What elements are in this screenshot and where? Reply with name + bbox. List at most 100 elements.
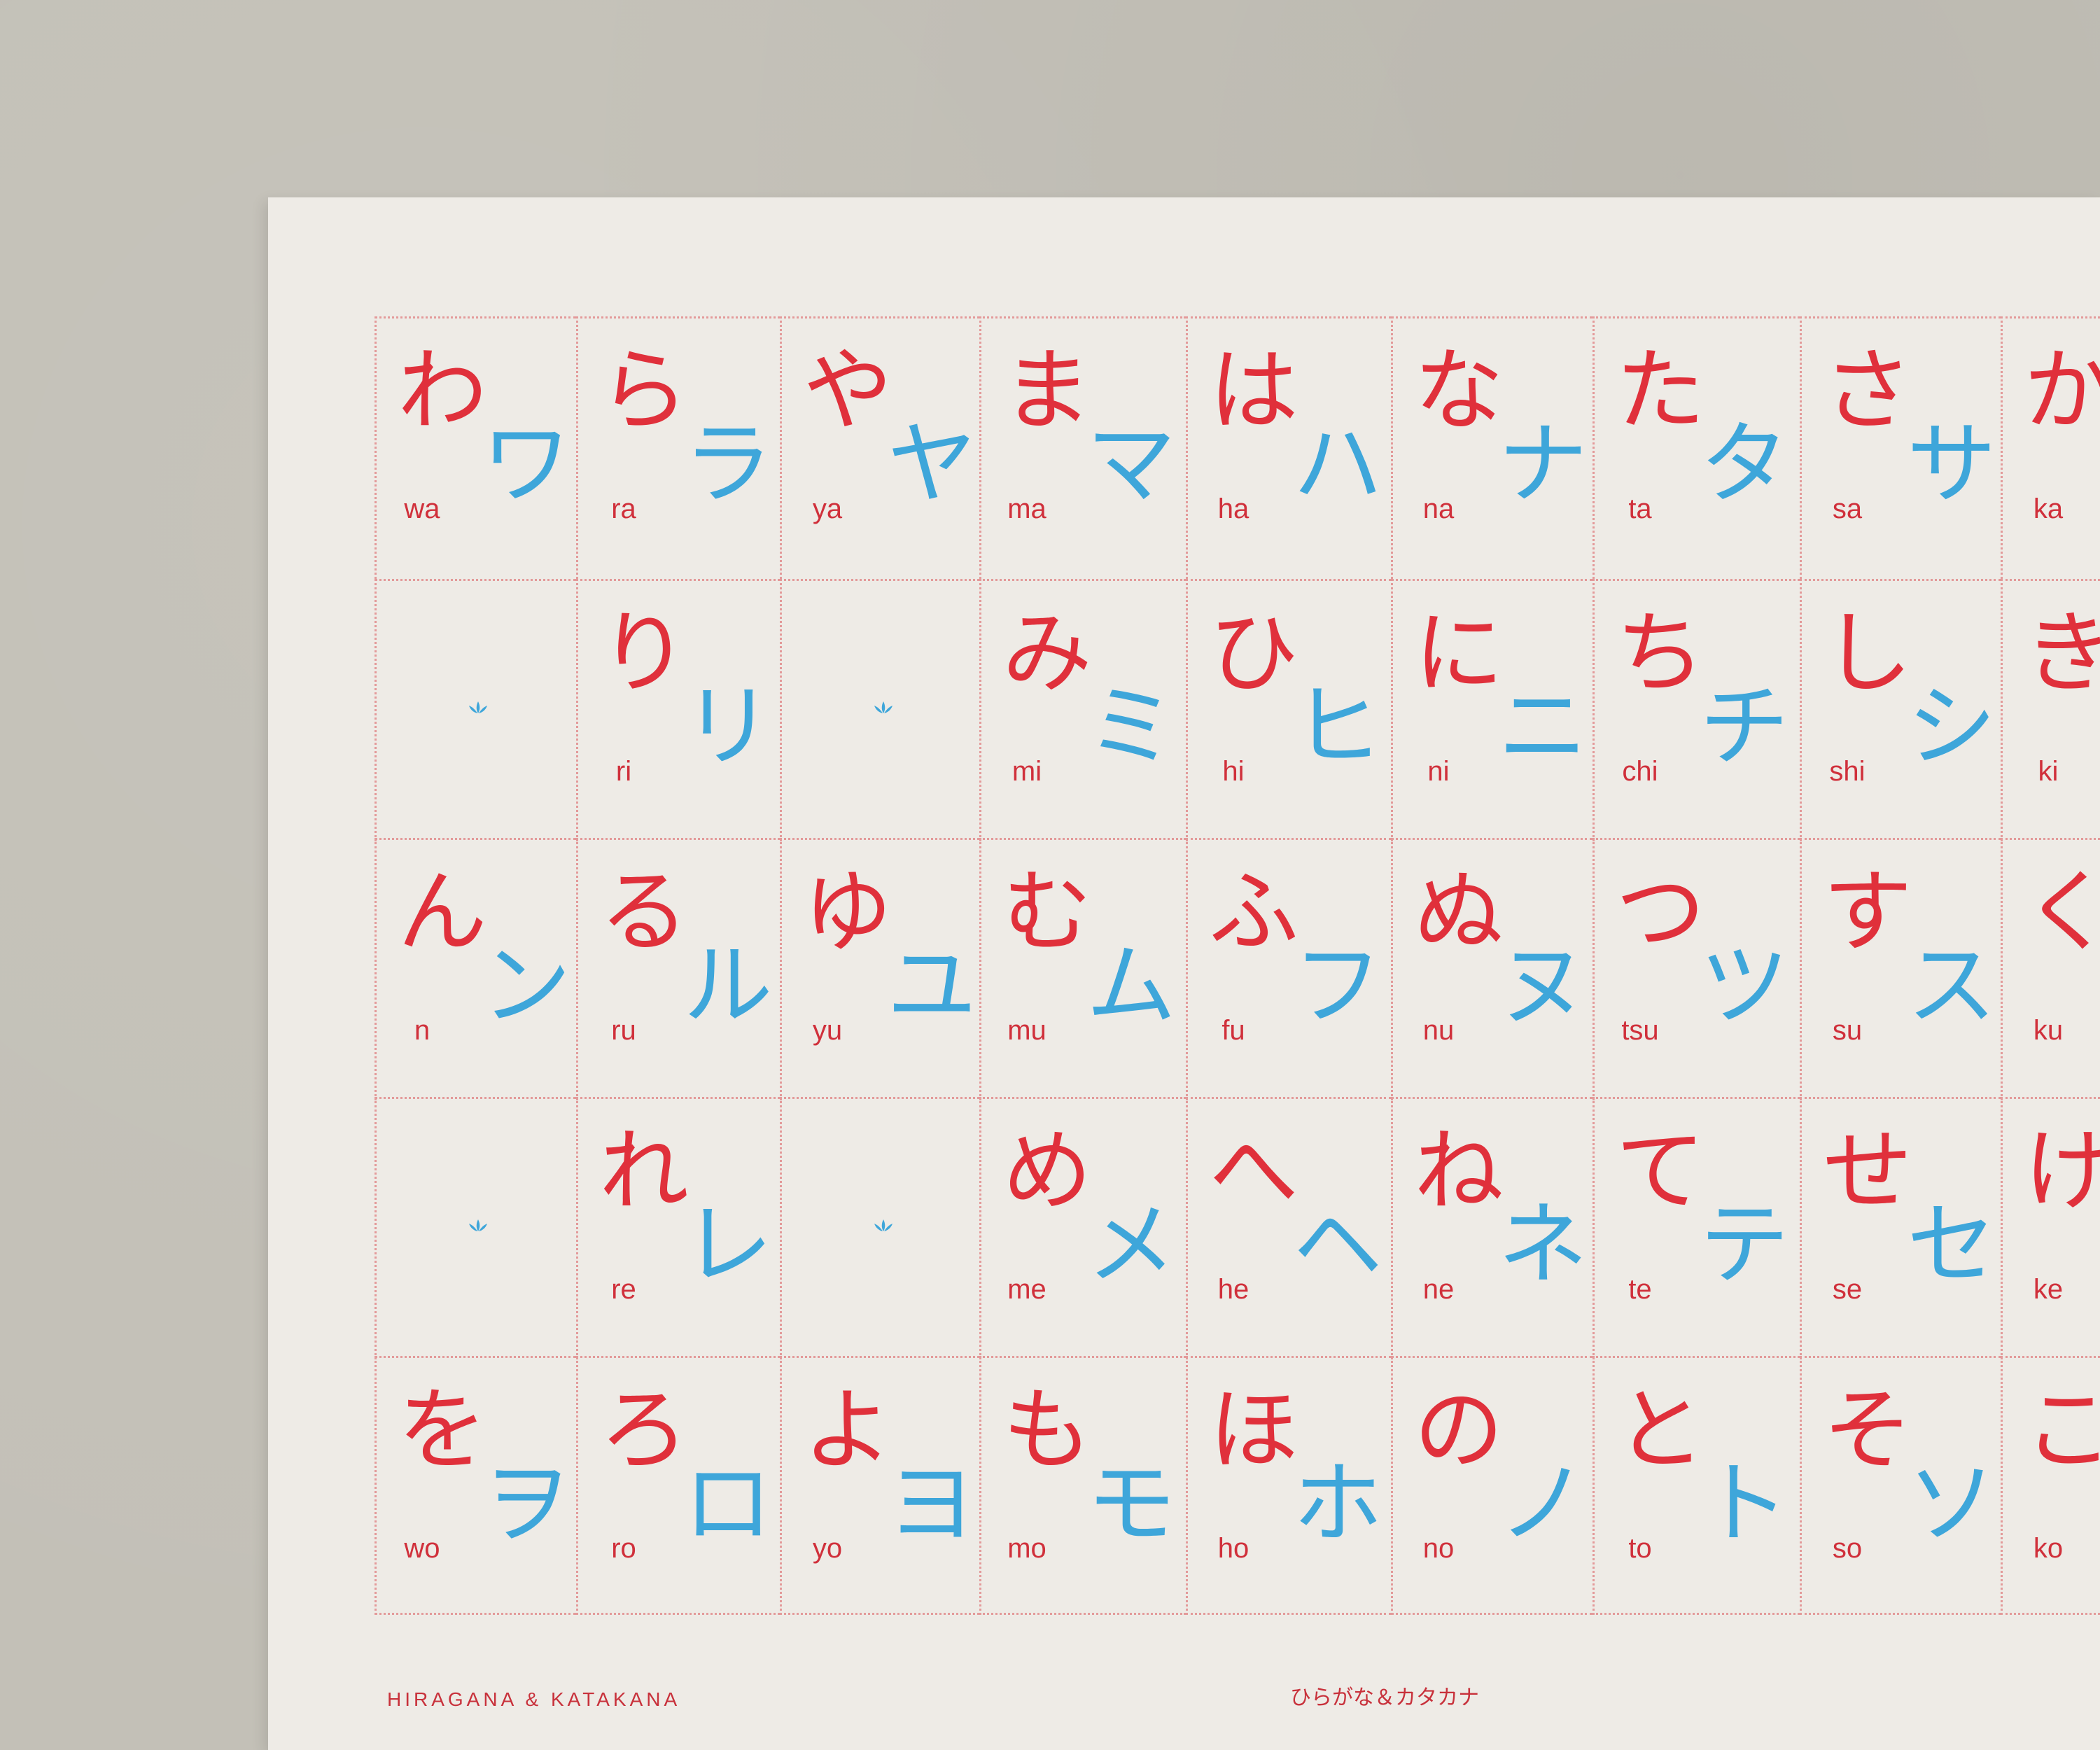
hiragana-char: し bbox=[1823, 601, 1913, 706]
kana-cell: とト to bbox=[1592, 1356, 1800, 1615]
kana-cell: たタ ta bbox=[1592, 316, 1800, 579]
hiragana-char: ひ bbox=[1209, 601, 1299, 706]
hiragana-char: か bbox=[2024, 339, 2100, 443]
kana-cell bbox=[780, 579, 979, 841]
katakana-char: ソ bbox=[1907, 1452, 1997, 1556]
katakana-char: リ bbox=[683, 675, 774, 779]
kana-cell: つツ tsu bbox=[1592, 838, 1800, 1100]
katakana-char: モ bbox=[1086, 1452, 1177, 1556]
hiragana-char: り bbox=[599, 601, 690, 706]
romaji-label: wa bbox=[404, 493, 440, 524]
katakana-char: セ bbox=[1907, 1193, 1997, 1297]
katakana-char: ハ bbox=[1293, 412, 1383, 517]
kana-cell: のノ no bbox=[1391, 1356, 1592, 1615]
kana-cell: きキki bbox=[2001, 579, 2100, 841]
katakana-char: ノ bbox=[1498, 1452, 1588, 1556]
katakana-char: ラ bbox=[683, 412, 774, 517]
katakana-char: ト bbox=[1700, 1452, 1790, 1556]
romaji-label: ri bbox=[615, 756, 632, 787]
katakana-char: ヤ bbox=[887, 412, 977, 517]
romaji-label: ta bbox=[1628, 493, 1652, 524]
hiragana-char: ふ bbox=[1209, 860, 1299, 965]
katakana-char: ナ bbox=[1498, 412, 1588, 517]
katakana-char: レ bbox=[683, 1193, 774, 1297]
katakana-char: ル bbox=[683, 934, 774, 1038]
kana-cell bbox=[374, 579, 576, 841]
romaji-label: mi bbox=[1011, 756, 1042, 787]
romaji-label: to bbox=[1628, 1533, 1652, 1564]
romaji-label: no bbox=[1422, 1533, 1455, 1564]
romaji-label: ro bbox=[611, 1533, 636, 1564]
katakana-char: マ bbox=[1086, 412, 1177, 517]
katakana-char: ム bbox=[1086, 934, 1177, 1038]
kana-cell: みミ mi bbox=[979, 579, 1186, 841]
kana-cell: へヘ he bbox=[1186, 1097, 1391, 1359]
kana-cell: さサ sa bbox=[1800, 316, 2001, 579]
katakana-char: シ bbox=[1907, 675, 1997, 779]
romaji-label: ke bbox=[2033, 1274, 2064, 1305]
kana-cell: かカka bbox=[2001, 316, 2100, 579]
kana-cell: はハ ha bbox=[1186, 316, 1391, 579]
romaji-label: fu bbox=[1222, 1015, 1245, 1046]
hiragana-char: む bbox=[1002, 860, 1093, 965]
kana-cell: しシ shi bbox=[1800, 579, 2001, 841]
hiragana-char: そ bbox=[1823, 1378, 1913, 1483]
katakana-char: フ bbox=[1293, 934, 1383, 1038]
romaji-label: te bbox=[1628, 1274, 1652, 1305]
romaji-label: so bbox=[1832, 1533, 1863, 1564]
hiragana-char: こ bbox=[2024, 1378, 2100, 1483]
kana-cell: すス su bbox=[1800, 838, 2001, 1100]
hiragana-char: く bbox=[2024, 860, 2100, 965]
kana-cell: んン n bbox=[374, 838, 576, 1100]
lotus-icon bbox=[874, 1219, 892, 1231]
hiragana-char: な bbox=[1414, 339, 1504, 443]
romaji-label: ra bbox=[611, 493, 636, 524]
hiragana-char: ち bbox=[1616, 601, 1706, 706]
kana-cell: けケke bbox=[2001, 1097, 2100, 1359]
katakana-char: ヲ bbox=[482, 1452, 572, 1556]
romaji-label: re bbox=[611, 1274, 636, 1305]
kana-cell: よヨ yo bbox=[780, 1356, 979, 1615]
hiragana-char: れ bbox=[599, 1119, 690, 1224]
romaji-label: chi bbox=[1622, 756, 1658, 787]
romaji-label: mo bbox=[1007, 1533, 1046, 1564]
romaji-label: ki bbox=[2038, 756, 2059, 787]
romaji-label: yo bbox=[812, 1533, 843, 1564]
romaji-label: ko bbox=[2033, 1533, 2064, 1564]
romaji-label: ku bbox=[2033, 1015, 2064, 1046]
kana-grid: わワ wa らラ ra やヤ ya まマ ma はハ ha なナ na たタ ta さサ sa かカka りリ ri… bbox=[268, 197, 2100, 1750]
romaji-label: se bbox=[1832, 1274, 1863, 1305]
hiragana-char: ろ bbox=[599, 1378, 690, 1483]
kana-cell bbox=[780, 1097, 979, 1359]
hiragana-char: た bbox=[1616, 339, 1706, 443]
kana-cell: そソ so bbox=[1800, 1356, 2001, 1615]
kana-cell: るル ru bbox=[576, 838, 780, 1100]
katakana-char: ヒ bbox=[1293, 675, 1383, 779]
katakana-char: タ bbox=[1700, 412, 1790, 517]
romaji-label: ni bbox=[1427, 756, 1450, 787]
katakana-char: サ bbox=[1907, 412, 1997, 517]
footer-title-japanese: ひらがな＆カタカナ bbox=[1290, 1686, 1479, 1710]
kana-cell: ひヒ hi bbox=[1186, 579, 1391, 841]
kana-cell: せセ se bbox=[1800, 1097, 2001, 1359]
katakana-char: ヌ bbox=[1498, 934, 1588, 1038]
katakana-char: メ bbox=[1086, 1193, 1177, 1297]
romaji-label: su bbox=[1832, 1015, 1863, 1046]
kana-cell: ぬヌ nu bbox=[1391, 838, 1592, 1100]
hiragana-char: や bbox=[803, 339, 893, 443]
katakana-char: ヘ bbox=[1293, 1193, 1383, 1297]
kana-cell: りリ ri bbox=[576, 579, 780, 841]
kana-cell: にニ ni bbox=[1391, 579, 1592, 841]
kana-cell: むム mu bbox=[979, 838, 1186, 1100]
hiragana-char: わ bbox=[398, 339, 488, 443]
hiragana-char: す bbox=[1823, 860, 1913, 965]
romaji-label: n bbox=[414, 1015, 430, 1046]
lotus-icon bbox=[874, 701, 892, 713]
romaji-label: tsu bbox=[1621, 1015, 1659, 1046]
hiragana-char: る bbox=[599, 860, 690, 965]
romaji-label: me bbox=[1007, 1274, 1046, 1305]
romaji-label: ma bbox=[1007, 493, 1046, 524]
kana-cell: ちチ chi bbox=[1592, 579, 1800, 841]
katakana-char: ロ bbox=[683, 1452, 774, 1556]
hiragana-char: ら bbox=[599, 339, 690, 443]
